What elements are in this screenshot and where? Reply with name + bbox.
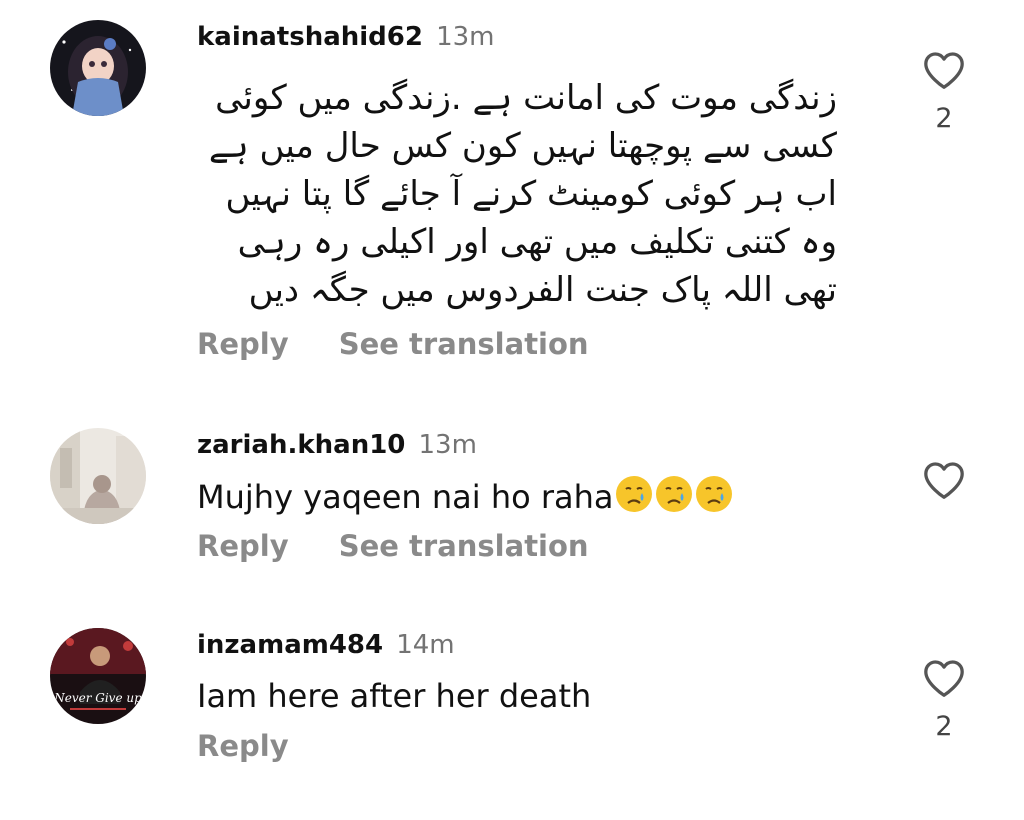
like-section: 2 bbox=[918, 658, 970, 742]
comment-text: زندگی موت کی امانت ہے .زندگی میں کوئی کس… bbox=[208, 78, 837, 310]
avatar-image: Never Give up bbox=[50, 628, 146, 724]
comment-text-row: Mujhy yaqeen nai ho raha bbox=[197, 474, 734, 525]
avatar-image bbox=[50, 428, 146, 524]
crying-face-icon bbox=[654, 474, 694, 525]
comment-actions: Reply See translation bbox=[197, 324, 589, 364]
like-section bbox=[918, 460, 970, 500]
username[interactable]: zariah.khan10 bbox=[197, 430, 405, 460]
crying-face-icon bbox=[614, 474, 654, 525]
like-section: 2 bbox=[918, 50, 970, 134]
timestamp: 13m bbox=[436, 22, 495, 52]
avatar-caption: Never Give up bbox=[53, 691, 142, 705]
comment-header: inzamam484 14m bbox=[197, 628, 455, 665]
timestamp: 14m bbox=[396, 630, 455, 660]
like-count: 2 bbox=[935, 103, 953, 134]
reply-button[interactable]: Reply bbox=[197, 729, 289, 763]
comment-header: zariah.khan10 13m bbox=[197, 428, 477, 465]
see-translation-button[interactable]: See translation bbox=[339, 529, 589, 563]
avatar[interactable]: Never Give up bbox=[50, 628, 146, 724]
username[interactable]: kainatshahid62 bbox=[197, 22, 423, 52]
avatar-image bbox=[50, 20, 146, 116]
comment-1: kainatshahid62 13m زندگی موت کی امانت ہے… bbox=[0, 20, 1024, 380]
heart-icon[interactable] bbox=[918, 658, 970, 698]
avatar[interactable] bbox=[50, 20, 146, 116]
crying-face-icon bbox=[694, 474, 734, 525]
comment-text: Mujhy yaqeen nai ho raha bbox=[197, 478, 614, 516]
comment-text: Iam here after her death bbox=[197, 677, 592, 715]
see-translation-button[interactable]: See translation bbox=[339, 327, 589, 361]
heart-icon[interactable] bbox=[918, 50, 970, 90]
comment-actions: Reply bbox=[197, 726, 289, 766]
comment-header: kainatshahid62 13m bbox=[197, 20, 495, 57]
username[interactable]: inzamam484 bbox=[197, 630, 383, 660]
timestamp: 13m bbox=[418, 430, 477, 460]
comment-2: zariah.khan10 13m Mujhy yaqeen nai ho ra… bbox=[0, 428, 1024, 578]
heart-icon[interactable] bbox=[918, 460, 970, 500]
like-count: 2 bbox=[935, 711, 953, 742]
comment-actions: Reply See translation bbox=[197, 526, 589, 566]
reply-button[interactable]: Reply bbox=[197, 327, 289, 361]
reply-button[interactable]: Reply bbox=[197, 529, 289, 563]
avatar[interactable] bbox=[50, 428, 146, 524]
comment-3: Never Give up inzamam484 14m Iam here af… bbox=[0, 628, 1024, 778]
